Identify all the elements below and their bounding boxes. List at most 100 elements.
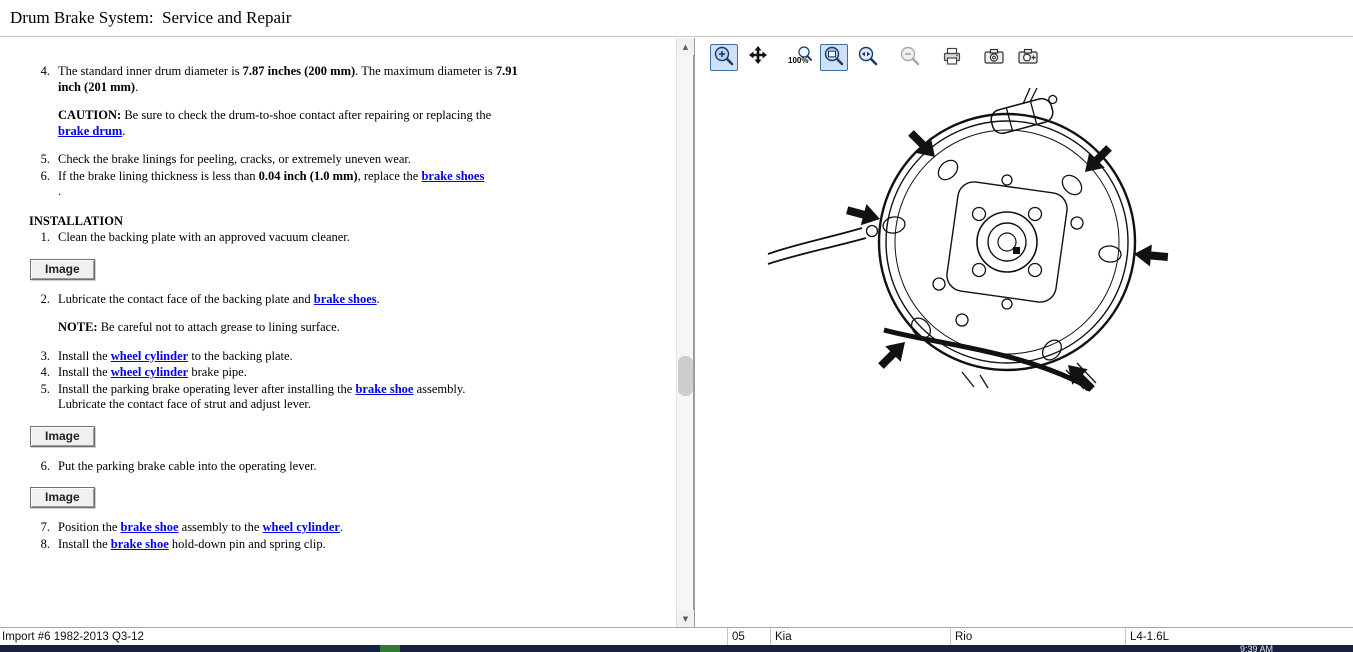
doc-link[interactable]: wheel cylinder xyxy=(111,365,188,379)
doc-text: CAUTION: xyxy=(58,108,121,122)
doc-text: Install the xyxy=(58,349,111,363)
camera-export-button[interactable] xyxy=(1014,44,1042,71)
doc-link[interactable]: brake shoe xyxy=(111,537,169,551)
status-code: 05 xyxy=(727,628,770,645)
list-number: 5. xyxy=(29,382,50,413)
page-title-bar: Drum Brake System: Service and Repair xyxy=(0,0,1353,37)
doc-text: . xyxy=(377,292,380,306)
zoom-100-button[interactable]: 100% xyxy=(786,44,814,71)
status-import-info: Import #6 1982-2013 Q3-12 xyxy=(0,628,727,645)
scrollbar-thumb[interactable] xyxy=(678,356,693,396)
doc-link[interactable]: wheel cylinder xyxy=(263,520,340,534)
list-text: Install the wheel cylinder brake pipe. xyxy=(58,365,247,381)
camera-export-icon xyxy=(1016,45,1040,70)
zoom-in-icon xyxy=(713,45,735,70)
image-button[interactable]: Image xyxy=(30,487,95,508)
page-title: Drum Brake System: Service and Repair xyxy=(10,8,291,28)
print-icon xyxy=(941,45,963,70)
doc-text: Lubricate the contact face of the backin… xyxy=(58,292,314,306)
doc-text: Install the parking brake operating leve… xyxy=(58,382,355,396)
doc-text: Lubricate the contact face of strut and … xyxy=(58,397,311,411)
list-number: 2. xyxy=(29,292,50,308)
doc-link[interactable]: brake shoes xyxy=(421,169,484,183)
document-content: 4. The standard inner drum diameter is 7… xyxy=(0,38,676,552)
list-text: The standard inner drum diameter is 7.87… xyxy=(58,64,520,95)
list-text: Put the parking brake cable into the ope… xyxy=(58,459,317,475)
print-button[interactable] xyxy=(938,44,966,71)
status-model: Rio xyxy=(950,628,1125,645)
fit-window-icon xyxy=(823,45,845,70)
doc-text: NOTE: xyxy=(58,320,98,334)
list-number: 5. xyxy=(29,152,50,168)
zoom-100-label: 100% xyxy=(788,56,808,65)
status-bar: Import #6 1982-2013 Q3-12 05 Kia Rio L4-… xyxy=(0,627,1353,645)
scroll-down-button[interactable]: ▼ xyxy=(677,610,694,627)
doc-text: Check the brake linings for peeling, cra… xyxy=(58,152,411,166)
doc-text: 0.04 inch (1.0 mm) xyxy=(259,169,358,183)
list-number: 4. xyxy=(29,64,50,95)
camera-button[interactable] xyxy=(980,44,1008,71)
scroll-up-icon: ▲ xyxy=(683,43,688,51)
list-text: Lubricate the contact face of the backin… xyxy=(58,292,380,308)
list-item: 4. Install the wheel cylinder brake pipe… xyxy=(29,365,662,381)
doc-text: 7.87 inches (200 mm) xyxy=(243,64,356,78)
os-taskbar[interactable]: 9:39 AM xyxy=(0,645,1353,652)
doc-link[interactable]: brake shoes xyxy=(314,292,377,306)
doc-text: Be careful not to attach grease to linin… xyxy=(98,320,340,334)
doc-text: assembly to the xyxy=(179,520,263,534)
image-button[interactable]: Image xyxy=(30,259,95,280)
list-text: Check the brake linings for peeling, cra… xyxy=(58,152,411,168)
image-button[interactable]: Image xyxy=(30,426,95,447)
brake-diagram-svg xyxy=(766,88,1186,433)
list-number: 3. xyxy=(29,349,50,365)
doc-text: Clean the backing plate with an approved… xyxy=(58,230,350,244)
list-number: 6. xyxy=(29,459,50,475)
pan-button[interactable] xyxy=(744,44,772,71)
taskbar-accent xyxy=(380,645,400,652)
doc-text: . The maximum diameter is xyxy=(355,64,496,78)
camera-icon xyxy=(982,45,1006,70)
list-item: 6. If the brake lining thickness is less… xyxy=(29,169,662,200)
doc-link[interactable]: brake shoe xyxy=(121,520,179,534)
list-text: Position the brake shoe assembly to the … xyxy=(58,520,343,536)
doc-text: , replace the xyxy=(358,169,422,183)
brake-diagram-image[interactable] xyxy=(766,88,1186,433)
document-scrollbar[interactable]: ▲ ▼ xyxy=(676,38,693,627)
document-panel: 4. The standard inner drum diameter is 7… xyxy=(0,38,676,627)
image-panel: 100% xyxy=(696,38,1353,627)
note-paragraph: NOTE: Be careful not to attach grease to… xyxy=(58,320,520,336)
taskbar-clock: 9:39 AM xyxy=(1240,645,1273,652)
doc-link[interactable]: wheel cylinder xyxy=(111,349,188,363)
list-item: 4. The standard inner drum diameter is 7… xyxy=(29,64,662,95)
zoom-in-button[interactable] xyxy=(710,44,738,71)
doc-link[interactable]: brake shoe xyxy=(355,382,413,396)
scroll-up-button[interactable]: ▲ xyxy=(677,38,694,55)
fit-window-button[interactable] xyxy=(820,44,848,71)
doc-text: brake pipe. xyxy=(188,365,247,379)
caution-paragraph: CAUTION: Be sure to check the drum-to-sh… xyxy=(58,108,520,139)
zoom-dynamic-button[interactable] xyxy=(854,44,882,71)
list-number: 8. xyxy=(29,537,50,553)
list-number: 4. xyxy=(29,365,50,381)
list-item: 7. Position the brake shoe assembly to t… xyxy=(29,520,662,536)
list-text: If the brake lining thickness is less th… xyxy=(58,169,484,200)
zoom-dynamic-icon xyxy=(857,45,879,70)
doc-text: Position the xyxy=(58,520,121,534)
doc-text: . xyxy=(122,124,125,138)
doc-text: . xyxy=(135,80,138,94)
doc-text: to the backing plate. xyxy=(188,349,292,363)
list-item: 6. Put the parking brake cable into the … xyxy=(29,459,662,475)
list-number: 6. xyxy=(29,169,50,200)
list-item: 3. Install the wheel cylinder to the bac… xyxy=(29,349,662,365)
doc-text: If the brake lining thickness is less th… xyxy=(58,169,259,183)
doc-text: Put the parking brake cable into the ope… xyxy=(58,459,317,473)
list-item: 5. Check the brake linings for peeling, … xyxy=(29,152,662,168)
zoom-out-button[interactable] xyxy=(896,44,924,71)
list-item: 1. Clean the backing plate with an appro… xyxy=(29,230,662,246)
doc-link[interactable]: brake drum xyxy=(58,124,122,138)
section-heading-installation: INSTALLATION xyxy=(29,214,662,230)
doc-text: hold-down pin and spring clip. xyxy=(169,537,326,551)
doc-text: assembly. xyxy=(413,382,465,396)
list-text: Install the parking brake operating leve… xyxy=(58,382,465,413)
list-number: 7. xyxy=(29,520,50,536)
